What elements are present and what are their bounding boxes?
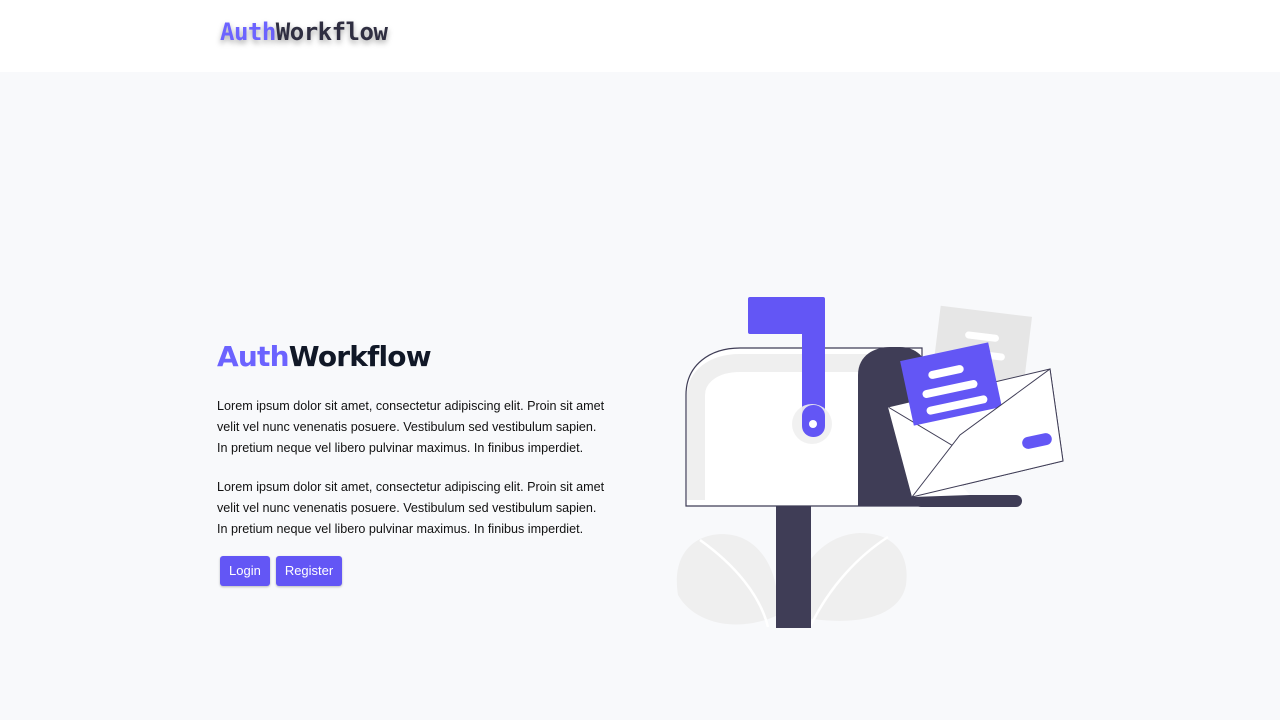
hero-paragraph-2: Lorem ipsum dolor sit amet, consectetur …	[217, 480, 605, 536]
hero-paragraph-1: Lorem ipsum dolor sit amet, consectetur …	[217, 399, 605, 455]
hero-title-workflow: Workflow	[288, 340, 432, 373]
hero-title: AuthWorkflow	[217, 338, 607, 376]
hero-title-auth: Auth	[217, 340, 290, 373]
hero-text-block: AuthWorkflow Lorem ipsum dolor sit amet,…	[217, 338, 607, 558]
auth-buttons: Login Register	[220, 556, 343, 586]
brand-logo-link[interactable]: AuthWorkflow	[220, 18, 388, 46]
register-button[interactable]: Register	[275, 556, 343, 586]
navbar: AuthWorkflow	[0, 0, 1280, 72]
brand-logo-workflow: Workflow	[275, 18, 388, 46]
brand-logo-auth: Auth	[220, 18, 276, 46]
login-button[interactable]: Login	[220, 556, 270, 586]
mailbox-illustration-icon	[676, 297, 1064, 628]
